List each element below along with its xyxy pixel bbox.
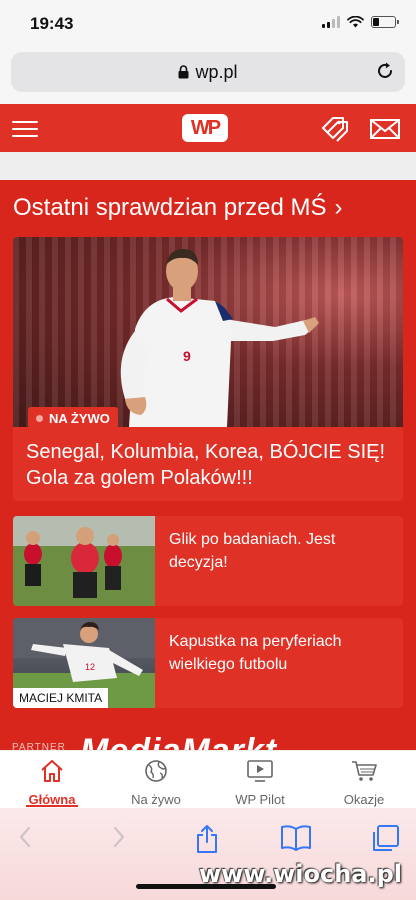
nav-item-deals[interactable]: Okazje bbox=[312, 751, 416, 808]
article-card[interactable]: Glik po badaniach. Jest decyzja! bbox=[13, 516, 403, 606]
mail-icon[interactable] bbox=[370, 119, 400, 139]
article-title: Kapustka na peryferiach wielkiego futbol… bbox=[169, 633, 342, 673]
menu-icon[interactable] bbox=[12, 121, 38, 137]
price-tag-icon[interactable] bbox=[320, 116, 350, 142]
wp-logo[interactable]: WP bbox=[182, 114, 228, 142]
battery-icon bbox=[371, 16, 399, 28]
status-icons bbox=[322, 16, 399, 28]
browser-address-area: wp.pl bbox=[0, 50, 416, 104]
players-training-illustration bbox=[13, 516, 155, 606]
section-title[interactable]: Ostatni sprawdzian przed MŚ › bbox=[13, 194, 342, 222]
hero-headline: Senegal, Kolumbia, Korea, BÓJCIE SIĘ! Go… bbox=[26, 441, 386, 489]
football-player-illustration: 9 bbox=[120, 249, 319, 427]
url-text: wp.pl bbox=[195, 62, 238, 82]
nav-item-home[interactable]: Główna bbox=[0, 751, 104, 808]
cart-icon bbox=[352, 761, 377, 781]
wifi-icon bbox=[347, 16, 364, 28]
forward-icon[interactable] bbox=[108, 824, 128, 850]
address-bar[interactable]: wp.pl bbox=[11, 52, 405, 92]
partner-banner[interactable]: MediaMarkt bbox=[80, 728, 416, 752]
home-indicator bbox=[136, 884, 276, 889]
section-title-text: Ostatni sprawdzian przed MŚ bbox=[13, 194, 327, 221]
hero-article-card[interactable]: 9 NA ŻYWO Senegal, Kolumbia, Korea, BÓJC… bbox=[13, 237, 403, 501]
live-badge-label: NA ŻYWO bbox=[49, 411, 110, 426]
reload-icon[interactable] bbox=[375, 61, 395, 81]
home-icon bbox=[41, 760, 63, 782]
status-bar: 19:43 bbox=[0, 0, 416, 50]
bookmarks-icon[interactable] bbox=[280, 824, 312, 852]
nav-item-label: Główna bbox=[28, 792, 76, 807]
share-icon[interactable] bbox=[195, 824, 219, 854]
hero-photo: 9 bbox=[13, 237, 403, 427]
status-time: 19:43 bbox=[30, 14, 74, 33]
separator-strip bbox=[0, 152, 416, 180]
tabs-icon[interactable] bbox=[370, 824, 400, 854]
live-badge: NA ŻYWO bbox=[28, 407, 118, 430]
article-card[interactable]: 12 MACIEJ KMITA Kapustka na peryferiach … bbox=[13, 618, 403, 708]
svg-text:9: 9 bbox=[183, 348, 191, 364]
svg-text:12: 12 bbox=[85, 662, 95, 672]
nav-item-live[interactable]: Na żywo bbox=[104, 751, 208, 808]
nav-item-label: Na żywo bbox=[131, 792, 181, 807]
chevron-right-icon: › bbox=[334, 194, 343, 221]
tv-play-icon bbox=[247, 760, 273, 782]
article-thumbnail bbox=[13, 516, 155, 606]
bottom-navigation: Główna Na żywo WP Pilot Okazje bbox=[0, 750, 416, 808]
lock-icon bbox=[178, 65, 189, 79]
globe-icon bbox=[145, 760, 167, 782]
photo-credit: MACIEJ KMITA bbox=[13, 688, 109, 708]
live-dot-icon bbox=[36, 415, 43, 422]
partner-banner-text: MediaMarkt bbox=[80, 732, 278, 752]
nav-item-label: Okazje bbox=[343, 792, 385, 807]
nav-item-label: WP Pilot bbox=[235, 792, 285, 807]
article-title: Glik po badaniach. Jest decyzja! bbox=[169, 531, 336, 571]
signal-icon bbox=[322, 16, 340, 28]
back-icon[interactable] bbox=[16, 824, 36, 850]
nav-item-wp-pilot[interactable]: WP Pilot bbox=[208, 751, 312, 808]
site-header: WP bbox=[0, 104, 416, 152]
